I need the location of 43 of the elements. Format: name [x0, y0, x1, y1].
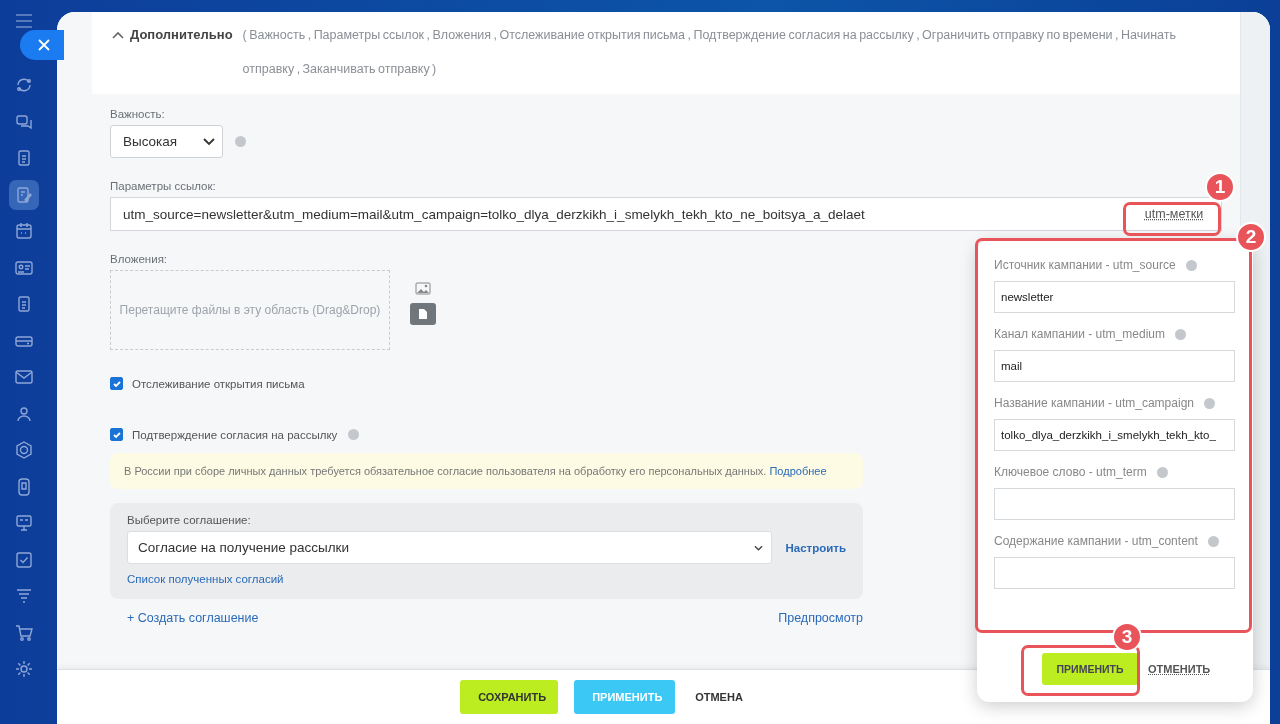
section-title[interactable]: Дополнительно: [130, 18, 233, 52]
edit-icon[interactable]: [8, 179, 39, 210]
field-label: Название кампании - utm_campaign: [994, 396, 1194, 410]
chevron-up-icon[interactable]: [112, 31, 124, 39]
field-label: Вложения:: [110, 253, 168, 265]
close-icon: [38, 39, 50, 51]
agreements-list-link[interactable]: Список полученных согласий: [127, 573, 846, 585]
image-icon[interactable]: [415, 282, 431, 295]
field-label: Параметры ссылок:: [110, 180, 216, 192]
chevron-down-icon: [754, 544, 764, 551]
file-button[interactable]: [410, 303, 436, 325]
checkbox[interactable]: [110, 428, 123, 441]
create-agreement-link[interactable]: + Создать соглашение: [127, 611, 259, 625]
chevron-down-icon: [203, 137, 215, 146]
close-button[interactable]: [20, 30, 64, 60]
agreement-select[interactable]: Согласие на получение рассылки: [127, 531, 773, 564]
checkbox[interactable]: [110, 377, 123, 390]
utm-input[interactable]: mail: [994, 350, 1235, 382]
field-label: Важность:: [110, 108, 165, 120]
checkbox-label[interactable]: Отслеживание открытия письма: [132, 377, 305, 390]
preview-link[interactable]: Предпросмотр: [778, 611, 863, 625]
utm-input[interactable]: [994, 488, 1235, 520]
more-link[interactable]: Подробнее: [769, 465, 827, 477]
link-params-input[interactable]: utm_source=newsletter&utm_medium=mail&utm_campaign=tolko_dlya_derzkikh_i_smelykh_tekh_kto_ne_boitsya_a_delaet utm-метки: [110, 197, 1222, 231]
cancel-button[interactable]: ОТМЕНА: [691, 680, 747, 714]
file-icon: [418, 308, 428, 320]
importance-select[interactable]: Высокая: [110, 125, 223, 158]
field-label: Выберите соглашение:: [127, 514, 252, 526]
configure-link[interactable]: Настроить: [785, 541, 846, 554]
utm-input[interactable]: newsletter: [994, 281, 1235, 313]
apply-button[interactable]: ПРИМЕНИТЬ: [1042, 653, 1138, 685]
cancel-link[interactable]: ОТМЕНИТЬ: [1148, 663, 1211, 675]
field-label: Содержание кампании - utm_content: [994, 534, 1198, 548]
section-summary: ( Важность , Параметры ссылок , Вложения , Отслеживание открытия письма , Подтверждение согласия на рассылку , Ограничить отправку по времени , Начинать отправку , Заканчивать отправку ): [242, 27, 1178, 78]
field-label: Канал кампании - utm_medium: [994, 327, 1165, 341]
field-label: Ключевое слово - utm_term: [994, 465, 1147, 479]
notice-text: В России при сборе личных данных требуется обязательное согласие пользователя на обработку его персональных данных. Подробнее: [110, 453, 863, 489]
utm-input[interactable]: tolko_dlya_derzkikh_i_smelykh_tekh_kto_: [994, 419, 1235, 451]
field-label: Источник кампании - utm_source: [994, 258, 1176, 272]
utm-input[interactable]: [994, 557, 1235, 589]
checkbox-label[interactable]: Подтверждение согласия на рассылку: [132, 428, 338, 441]
save-button[interactable]: СОХРАНИТЬ: [460, 680, 559, 714]
menu-icon[interactable]: [14, 14, 33, 28]
